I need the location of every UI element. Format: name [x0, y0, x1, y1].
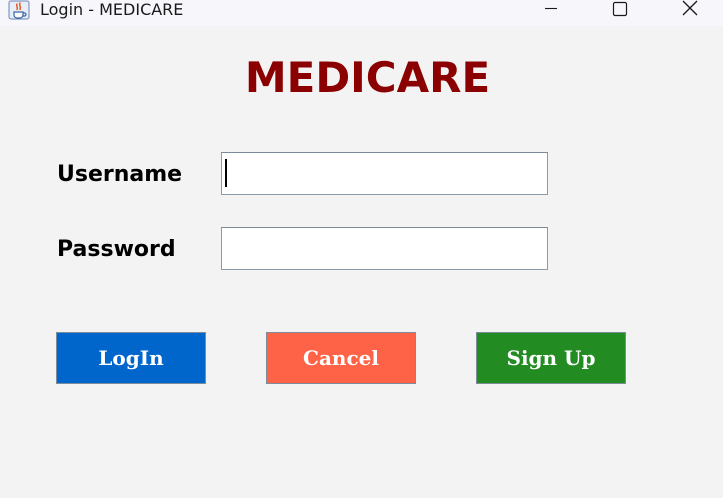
minimize-icon — [544, 2, 558, 21]
java-cup-icon — [8, 0, 30, 20]
login-panel: MEDICARE Username Password LogIn Cancel … — [0, 26, 723, 498]
cancel-button[interactable]: Cancel — [266, 332, 416, 384]
sign-up-button[interactable]: Sign Up — [476, 332, 626, 384]
window-title: Login - MEDICARE — [40, 0, 184, 19]
password-label: Password — [57, 237, 176, 262]
username-label: Username — [57, 162, 183, 187]
username-input[interactable] — [221, 152, 548, 195]
text-caret — [225, 159, 227, 187]
close-button[interactable] — [667, 0, 713, 22]
minimize-button[interactable] — [528, 0, 574, 22]
title-bar: Login - MEDICARE — [0, 0, 723, 26]
maximize-button[interactable] — [597, 0, 643, 22]
login-button[interactable]: LogIn — [56, 332, 206, 384]
password-input[interactable] — [221, 227, 548, 270]
login-window: Login - MEDICARE MEDICARE Username Passw… — [0, 0, 723, 498]
app-title: MEDICARE — [244, 53, 491, 102]
close-icon — [681, 0, 699, 22]
maximize-icon — [612, 1, 628, 21]
